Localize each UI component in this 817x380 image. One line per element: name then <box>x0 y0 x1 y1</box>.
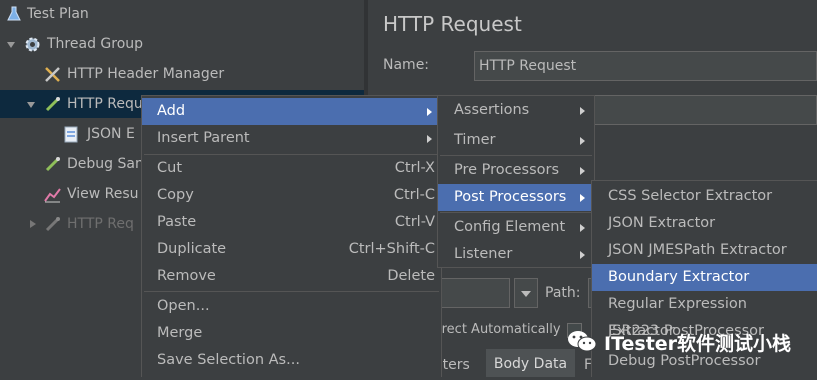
submenu-arrow-icon <box>580 251 585 259</box>
menu-item-label: Cut <box>157 160 182 176</box>
name-label: Name: <box>383 57 430 73</box>
menu-item-label: JSON JMESPath Extractor <box>608 242 787 258</box>
menu-item-save-selection[interactable]: Save Selection As... <box>142 347 441 374</box>
submenu-arrow-icon <box>427 108 432 116</box>
menu-item-label: Copy <box>157 187 194 203</box>
menu-item-config-element[interactable]: Config Element <box>438 214 594 241</box>
menu-item-pre-processors[interactable]: Pre Processors <box>438 157 594 184</box>
path-label: Path: <box>545 285 581 301</box>
pipette-icon <box>45 97 60 112</box>
menu-separator <box>144 291 439 292</box>
menu-item-label: Add <box>157 103 186 119</box>
context-menu: Add Insert Parent Cut Ctrl-X Copy Ctrl-C… <box>141 95 442 377</box>
menu-item-label: Remove <box>157 268 216 284</box>
tree-node-label: HTTP Req <box>67 216 134 232</box>
menu-item-label: Config Element <box>454 219 566 235</box>
menu-item-label: Open... <box>157 298 210 314</box>
menu-item-insert-parent[interactable]: Insert Parent <box>142 125 441 152</box>
tree-node-label: HTTP Requ <box>67 96 143 112</box>
page-title: HTTP Request <box>383 12 522 36</box>
shortcut-label: Delete <box>387 268 435 284</box>
menu-item-label: Post Processors <box>454 189 567 205</box>
tools-icon <box>45 67 60 82</box>
menu-item-duplicate[interactable]: Duplicate Ctrl+Shift-C <box>142 236 441 263</box>
menu-item-label: Boundary Extractor <box>608 269 750 285</box>
tree-node-header-manager[interactable]: HTTP Header Manager <box>0 60 364 88</box>
menu-item-listener[interactable]: Listener <box>438 241 594 268</box>
chevron-down-icon <box>521 291 531 297</box>
document-icon <box>64 126 78 143</box>
menu-item-copy[interactable]: Copy Ctrl-C <box>142 182 441 209</box>
tree-node-label: Test Plan <box>27 6 89 22</box>
gear-icon <box>25 37 40 52</box>
shortcut-label: Ctrl-X <box>394 160 435 176</box>
shortcut-label: Ctrl-C <box>393 187 435 203</box>
tree-node-label: HTTP Header Manager <box>67 66 225 82</box>
menu-item-css-selector-extractor[interactable]: CSS Selector Extractor <box>592 183 817 210</box>
menu-item-label: Pre Processors <box>454 162 560 178</box>
shortcut-label: Ctrl-V <box>394 214 435 230</box>
chart-icon <box>44 188 61 203</box>
menu-item-remove[interactable]: Remove Delete <box>142 263 441 290</box>
flask-icon <box>7 6 21 21</box>
redirect-label: irect Automatically <box>438 322 561 337</box>
submenu-arrow-icon <box>427 135 432 143</box>
menu-item-label: Insert Parent <box>157 130 250 146</box>
submenu-arrow-icon <box>580 107 585 115</box>
menu-item-timer[interactable]: Timer <box>438 127 594 154</box>
menu-item-label: CSS Selector Extractor <box>608 188 773 204</box>
menu-item-label: Timer <box>454 132 496 148</box>
menu-item-post-processors[interactable]: Post Processors <box>438 184 594 211</box>
name-field[interactable]: HTTP Request <box>474 51 817 81</box>
tree-node-label: View Resu <box>67 186 139 202</box>
menu-item-regex-extractor[interactable]: Regular Expression Extractor <box>592 291 817 339</box>
submenu-arrow-icon <box>580 167 585 175</box>
menu-item-open[interactable]: Open... <box>142 293 441 320</box>
tree-node-thread-group[interactable]: Thread Group <box>0 30 364 58</box>
menu-item-add[interactable]: Add <box>142 98 441 125</box>
tree-node-test-plan[interactable]: Test Plan <box>0 0 364 28</box>
shortcut-label: Ctrl+Shift-C <box>348 241 435 257</box>
expand-arrow-icon[interactable] <box>7 42 15 48</box>
menu-item-label: Listener <box>454 246 513 262</box>
menu-item-label: Assertions <box>454 102 530 118</box>
watermark-text: ITester软件测试小栈 <box>604 333 792 355</box>
pipette-icon <box>45 217 60 232</box>
menu-separator <box>440 212 592 213</box>
submenu-arrow-icon <box>580 137 585 145</box>
menu-item-cut[interactable]: Cut Ctrl-X <box>142 155 441 182</box>
menu-item-json-extractor[interactable]: JSON Extractor <box>592 210 817 237</box>
menu-item-assertions[interactable]: Assertions <box>438 97 594 124</box>
menu-item-label: Duplicate <box>157 241 227 257</box>
method-dropdown-button[interactable] <box>514 278 538 308</box>
menu-item-label: Paste <box>157 214 197 230</box>
menu-item-paste[interactable]: Paste Ctrl-V <box>142 209 441 236</box>
menu-separator <box>440 155 592 156</box>
menu-item-label: Merge <box>157 325 203 341</box>
tree-node-label: JSON E <box>87 126 135 142</box>
submenu-arrow-icon <box>580 224 585 232</box>
expand-arrow-icon[interactable] <box>27 102 35 108</box>
submenu-arrow-icon <box>580 194 585 202</box>
menu-item-boundary-extractor[interactable]: Boundary Extractor <box>592 264 817 291</box>
tree-node-label: Thread Group <box>47 36 144 52</box>
method-field[interactable] <box>438 278 510 308</box>
wechat-icon <box>568 331 597 352</box>
menu-item-json-jmespath-extractor[interactable]: JSON JMESPath Extractor <box>592 237 817 264</box>
menu-item-merge[interactable]: Merge <box>142 320 441 347</box>
add-submenu: Assertions Timer Pre Processors Post Pro… <box>437 95 595 268</box>
collapse-arrow-icon[interactable] <box>30 220 36 228</box>
tab-body-data[interactable]: Body Data <box>486 349 575 377</box>
tree-node-label: Debug Sam <box>67 156 149 172</box>
menu-item-label: Save Selection As... <box>157 352 300 368</box>
menu-item-label: JSON Extractor <box>608 215 716 231</box>
pipette-icon <box>45 157 60 172</box>
